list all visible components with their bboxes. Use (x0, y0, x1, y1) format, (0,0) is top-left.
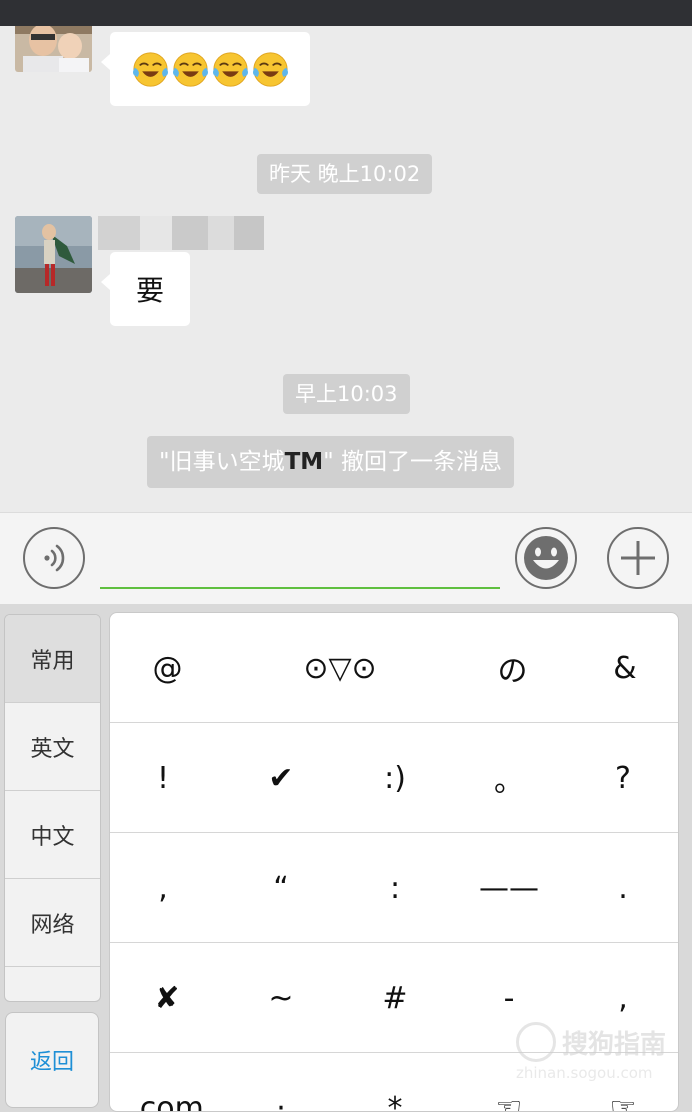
watermark: 搜狗指南 zhinan.sogou.com (512, 1020, 682, 1090)
avatar-photo (15, 216, 92, 293)
voice-icon (44, 544, 65, 572)
symbol-key[interactable]: —— (452, 833, 566, 943)
symbol-key[interactable]: “ (224, 833, 338, 943)
symbol-row: @ ⊙▽⊙ の & (110, 613, 678, 723)
symbol-key[interactable]: : (338, 833, 452, 943)
symbol-category-list: 常用 英文 中文 网络 (4, 614, 101, 1002)
symbol-row: , “ : —— . (110, 833, 678, 943)
symbol-key[interactable]: ✘ (110, 943, 224, 1053)
category-tab-common[interactable]: 常用 (5, 615, 100, 703)
avatar[interactable] (15, 216, 92, 293)
avatar[interactable] (15, 26, 92, 72)
symbol-key[interactable]: 。 (452, 723, 566, 833)
symbol-key[interactable]: ! (110, 723, 216, 833)
back-button[interactable]: 返回 (5, 1012, 99, 1108)
emoji-message-bubble[interactable] (101, 32, 310, 106)
symbol-key[interactable]: ? (566, 723, 678, 833)
voice-button[interactable] (23, 527, 85, 589)
watermark-sub: zhinan.sogou.com (516, 1064, 653, 1082)
tears-of-joy-emoji (132, 51, 168, 87)
recall-notice: "旧事い空城TM" 撤回了一条消息 (147, 436, 515, 488)
avatar-photo (15, 26, 92, 72)
symbol-key[interactable]: ⊙▽⊙ (225, 613, 455, 723)
text-message-bubble[interactable]: 要 (101, 252, 190, 326)
sender-name-blurred (98, 216, 264, 250)
plus-icon (621, 541, 655, 575)
status-bar (0, 0, 692, 26)
symbol-key[interactable]: * (338, 1053, 452, 1112)
tears-of-joy-emoji (172, 51, 208, 87)
symbol-key[interactable]: ~ (224, 943, 338, 1053)
symbol-key[interactable]: , (110, 833, 216, 943)
watermark-main: 搜狗指南 (562, 1030, 667, 1060)
input-bar (0, 512, 692, 604)
timestamp: 昨天 晚上10:02 (257, 154, 433, 194)
category-tab-english[interactable]: 英文 (5, 703, 100, 791)
symbol-key[interactable]: & (570, 613, 678, 723)
tears-of-joy-emoji (252, 51, 288, 87)
symbol-key[interactable]: .com (110, 1053, 224, 1112)
symbol-key[interactable]: ✔ (224, 723, 338, 833)
smiley-icon (524, 536, 568, 580)
symbol-key[interactable]: の (455, 613, 570, 723)
category-tab-internet[interactable]: 网络 (5, 879, 100, 967)
sogou-logo-icon (516, 1022, 556, 1062)
symbol-key[interactable]: @ (110, 613, 225, 723)
timestamp: 早上10:03 (283, 374, 410, 414)
emoji-button[interactable] (515, 527, 577, 589)
recall-notice-prefix: "旧事い空城 (159, 449, 285, 475)
recall-notice-suffix: " 撤回了一条消息 (323, 449, 503, 475)
symbol-key[interactable]: # (338, 943, 452, 1053)
message-text: 要 (135, 274, 164, 307)
symbol-row: ! ✔ :) 。 ? (110, 723, 678, 833)
symbol-key[interactable]: . (566, 833, 678, 943)
symbol-key[interactable]: :) (338, 723, 452, 833)
category-tab-chinese[interactable]: 中文 (5, 791, 100, 879)
symbol-key[interactable]: · (224, 1053, 338, 1112)
more-button[interactable] (607, 527, 669, 589)
message-input[interactable] (100, 543, 500, 589)
chat-area[interactable]: 昨天 晚上10:02 要 早上10:03 "旧事い空城TM" 撤回了一条消息 (0, 26, 692, 512)
recall-notice-highlight: TM (284, 449, 324, 475)
tears-of-joy-emoji (212, 51, 248, 87)
